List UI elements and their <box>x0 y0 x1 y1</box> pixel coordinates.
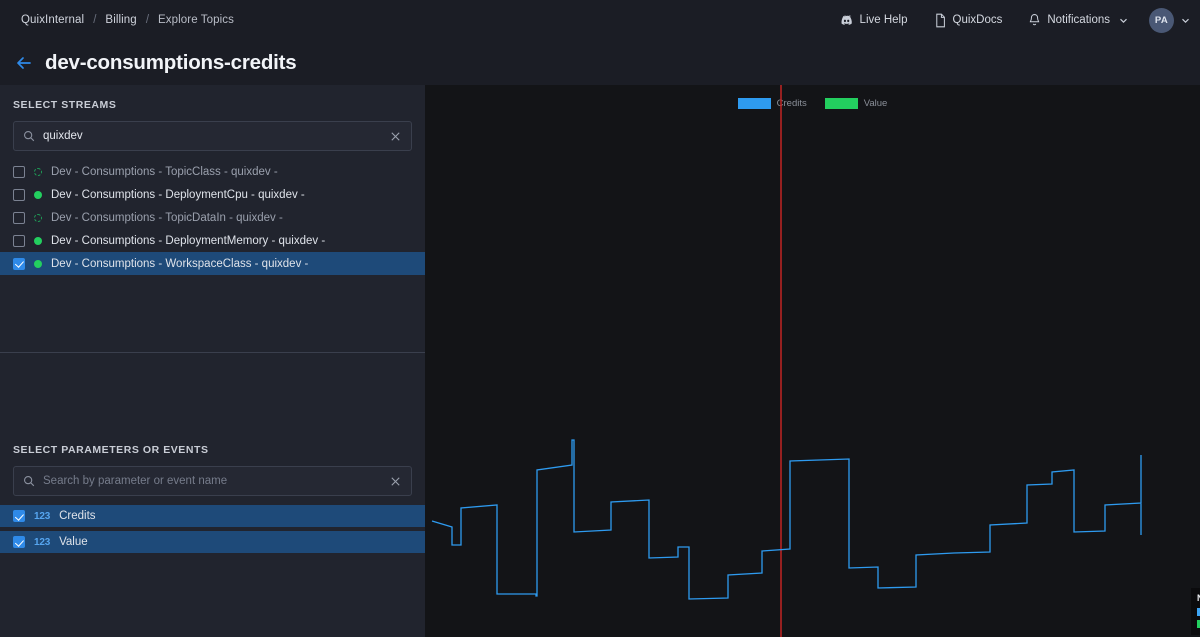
stream-checkbox[interactable] <box>13 165 25 178</box>
stream-label: Dev - Consumptions - TopicClass - quixde… <box>51 165 278 178</box>
parameters-panel: SELECT PARAMETERS OR EVENTS 123 Credits <box>0 438 425 553</box>
stream-search-input[interactable] <box>43 130 381 142</box>
status-indicator-online-icon <box>34 190 42 199</box>
parameter-checkbox[interactable] <box>13 536 25 548</box>
top-navigation-bar: QuixInternal / Billing / Explore Topics … <box>0 0 1200 40</box>
discord-icon <box>839 13 854 28</box>
chart-series-credits <box>431 439 1142 600</box>
stream-checkbox[interactable] <box>13 188 25 201</box>
stream-search-box[interactable] <box>13 121 412 151</box>
stream-checkbox[interactable] <box>13 257 25 270</box>
list-item[interactable]: Dev - Consumptions - DeploymentMemory - … <box>0 229 425 252</box>
nav-notifications[interactable]: Notifications <box>1015 13 1141 28</box>
number-type-badge: 123 <box>34 536 51 548</box>
page-title: dev-consumptions-credits <box>45 50 297 74</box>
chart-tooltip: Nov 19, 2021, 2:07:57 am Credits: 0.0000… <box>1191 588 1200 635</box>
parameter-checkbox[interactable] <box>13 510 25 522</box>
document-icon <box>934 13 947 28</box>
search-icon <box>23 130 35 142</box>
breadcrumb: QuixInternal / Billing / Explore Topics <box>0 14 243 26</box>
panel-divider <box>0 352 425 353</box>
select-streams-label: SELECT STREAMS <box>13 99 117 111</box>
status-indicator-online-icon <box>34 236 42 245</box>
breadcrumb-item-explore-topics[interactable]: Explore Topics <box>149 14 243 26</box>
list-item[interactable]: Dev - Consumptions - DeploymentCpu - qui… <box>0 183 425 206</box>
chart-panel[interactable]: Credits Value Nov 19, 2021, 2:07:57 am C… <box>425 85 1200 637</box>
stream-list: Dev - Consumptions - TopicClass - quixde… <box>0 160 425 275</box>
status-indicator-loading-icon <box>34 167 42 176</box>
stream-label: Dev - Consumptions - DeploymentMemory - … <box>51 234 326 247</box>
page-header: dev-consumptions-credits <box>0 40 1200 85</box>
chart-plot-area[interactable] <box>425 85 1200 637</box>
stream-label: Dev - Consumptions - TopicDataIn - quixd… <box>51 211 283 224</box>
nav-live-help[interactable]: Live Help <box>826 13 921 28</box>
list-item[interactable]: Dev - Consumptions - TopicDataIn - quixd… <box>0 206 425 229</box>
close-icon[interactable] <box>389 130 402 143</box>
stream-label: Dev - Consumptions - DeploymentCpu - qui… <box>51 188 305 201</box>
list-item[interactable]: 123 Credits <box>0 505 425 527</box>
stream-label: Dev - Consumptions - WorkspaceClass - qu… <box>51 257 309 270</box>
search-icon <box>23 475 35 487</box>
close-icon[interactable] <box>389 475 402 488</box>
list-item[interactable]: Dev - Consumptions - WorkspaceClass - qu… <box>0 252 425 275</box>
stream-checkbox[interactable] <box>13 234 25 247</box>
chevron-down-icon <box>1182 18 1189 23</box>
nav-quixdocs-label: QuixDocs <box>952 14 1003 26</box>
status-indicator-loading-icon <box>34 213 42 222</box>
nav-actions: Live Help QuixDocs Notifications PA <box>826 7 1200 33</box>
parameter-label: Value <box>59 536 88 548</box>
list-item[interactable]: 123 Value <box>0 531 425 553</box>
stream-checkbox[interactable] <box>13 211 25 224</box>
parameter-search-box[interactable] <box>13 466 412 496</box>
user-menu[interactable]: PA <box>1141 7 1190 33</box>
arrow-left-icon[interactable] <box>14 53 34 73</box>
bell-icon <box>1028 13 1041 28</box>
parameter-list: 123 Credits 123 Value <box>0 505 425 553</box>
left-panel: SELECT STREAMS Dev - Consumptions - Topi… <box>0 85 425 637</box>
nav-notifications-label: Notifications <box>1047 14 1110 26</box>
breadcrumb-item-organisation[interactable]: QuixInternal <box>12 14 93 26</box>
parameter-search-input[interactable] <box>43 475 381 487</box>
nav-quixdocs[interactable]: QuixDocs <box>921 13 1016 28</box>
select-parameters-label: SELECT PARAMETERS OR EVENTS <box>13 444 209 456</box>
status-indicator-online-icon <box>34 259 42 268</box>
breadcrumb-item-billing[interactable]: Billing <box>96 14 145 26</box>
avatar[interactable]: PA <box>1149 7 1174 33</box>
nav-live-help-label: Live Help <box>859 14 908 26</box>
app-root: QuixInternal / Billing / Explore Topics … <box>0 0 1200 637</box>
chevron-down-icon <box>1120 18 1127 23</box>
list-item[interactable]: Dev - Consumptions - TopicClass - quixde… <box>0 160 425 183</box>
number-type-badge: 123 <box>34 510 51 522</box>
parameter-label: Credits <box>59 510 96 522</box>
